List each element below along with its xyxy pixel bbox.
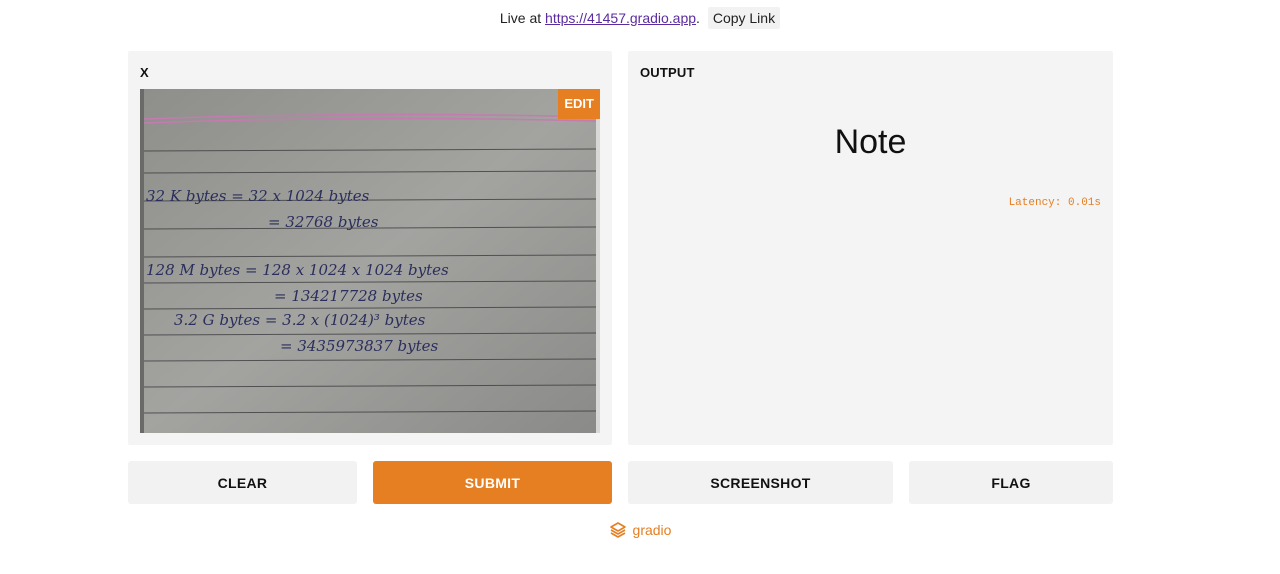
handwriting-line: = 3435973837 bytes [280, 337, 439, 355]
handwriting-line: 32 K bytes = 32 x 1024 bytes [146, 187, 370, 205]
clear-button[interactable]: CLEAR [128, 461, 357, 504]
gradio-brand-link[interactable]: gradio [633, 522, 672, 538]
period: . [696, 10, 700, 26]
submit-button[interactable]: SUBMIT [373, 461, 612, 504]
input-label: X [140, 65, 149, 80]
edit-button[interactable]: EDIT [558, 89, 600, 119]
latency-text: Latency: 0.01s [1008, 197, 1101, 209]
input-image[interactable]: 32 K bytes = 32 x 1024 bytes = 32768 byt… [140, 89, 600, 433]
output-result: Note [834, 123, 907, 161]
handwriting-line: 3.2 G bytes = 3.2 x (1024)³ bytes [174, 311, 426, 329]
footer: gradio [0, 521, 1280, 539]
notebook-photo: 32 K bytes = 32 x 1024 bytes = 32768 byt… [140, 89, 600, 433]
handwriting-line: = 32768 bytes [268, 213, 379, 231]
output-panel: OUTPUT Note Latency: 0.01s [628, 51, 1113, 445]
share-url-link[interactable]: https://41457.gradio.app [545, 10, 696, 26]
screenshot-button[interactable]: SCREENSHOT [628, 461, 893, 504]
input-panel: X 32 K bytes = 32 x 1024 bytes = 32768 b… [128, 51, 612, 445]
share-link-bar: Live at https://41457.gradio.app. Copy L… [0, 7, 1280, 29]
handwriting-line: = 134217728 bytes [274, 287, 423, 305]
output-label: OUTPUT [640, 65, 695, 80]
handwriting-line: 128 M bytes = 128 x 1024 x 1024 bytes [146, 261, 449, 279]
gradio-logo-icon [609, 522, 626, 538]
live-at-label: Live at [499, 10, 546, 26]
flag-button[interactable]: FLAG [909, 461, 1113, 504]
copy-link-button[interactable]: Copy Link [707, 7, 781, 29]
